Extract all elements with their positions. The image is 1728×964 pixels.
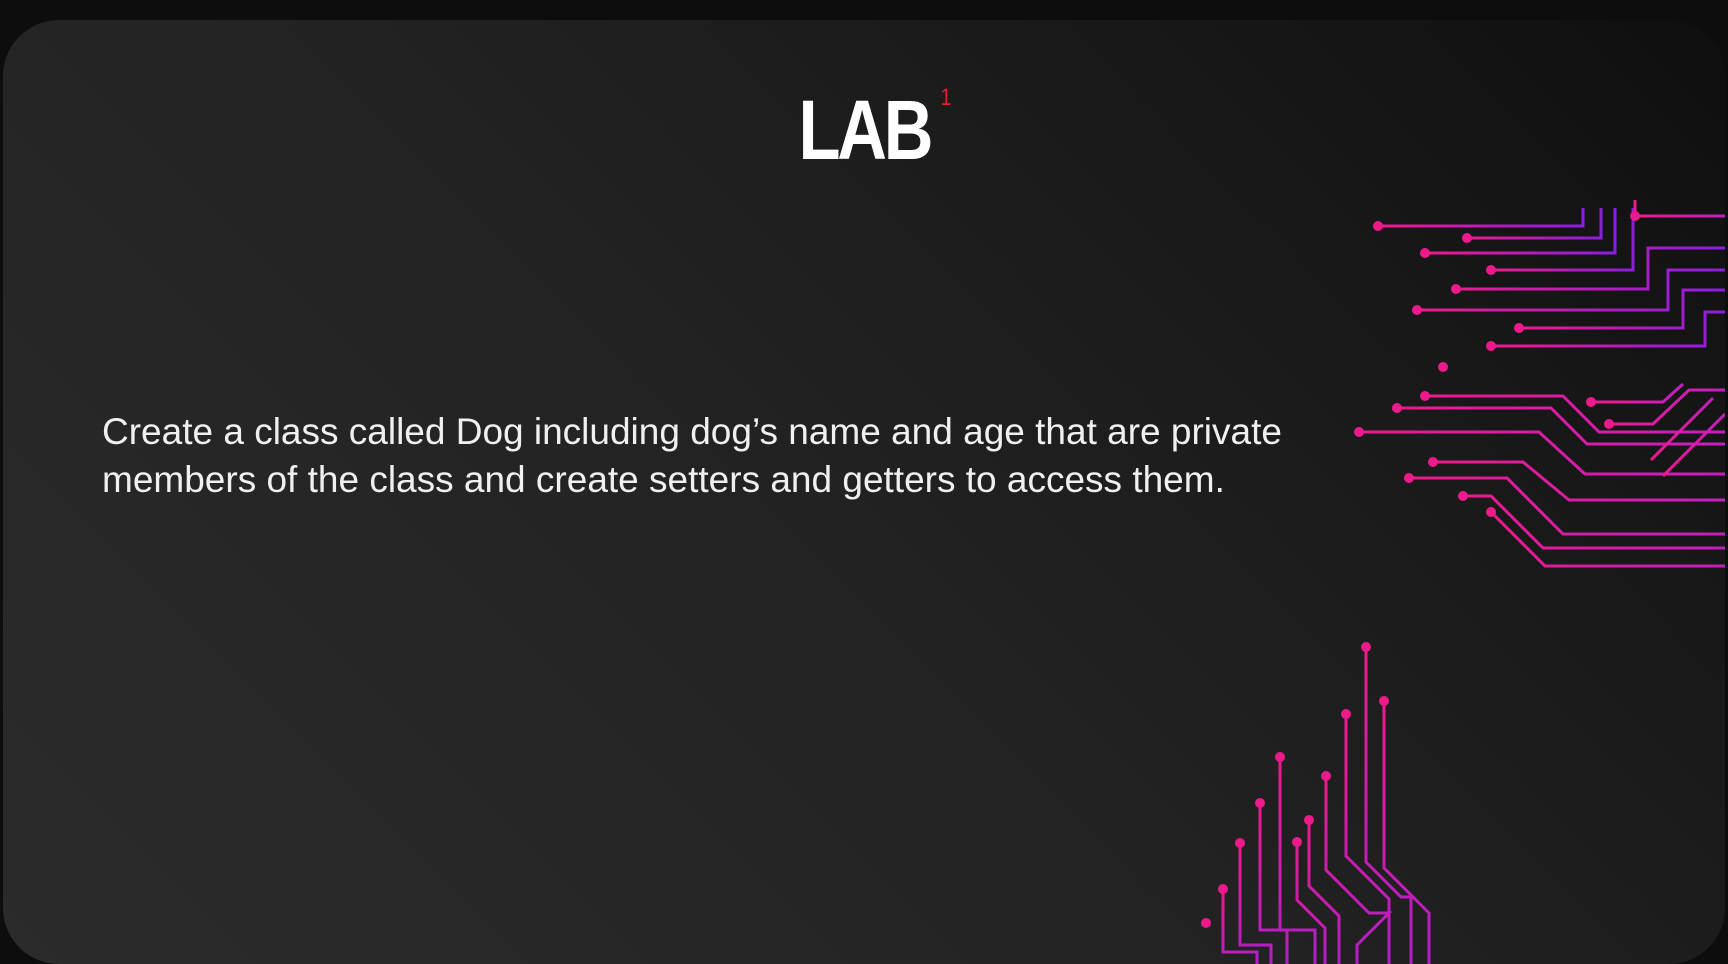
slide-body-text: Create a class called Dog including dog’…: [102, 411, 1282, 500]
slide-title-text: LAB: [798, 83, 933, 177]
slide-title: LAB 1: [798, 86, 951, 173]
slide-title-area: LAB 1: [3, 86, 1725, 173]
right-circuit-icon: [1354, 200, 1725, 568]
bottom-circuit-icon: [1201, 642, 1431, 964]
slide-title-superscript: 1: [940, 84, 952, 111]
slide: LAB 1 Create a class called Dog including…: [3, 20, 1725, 964]
